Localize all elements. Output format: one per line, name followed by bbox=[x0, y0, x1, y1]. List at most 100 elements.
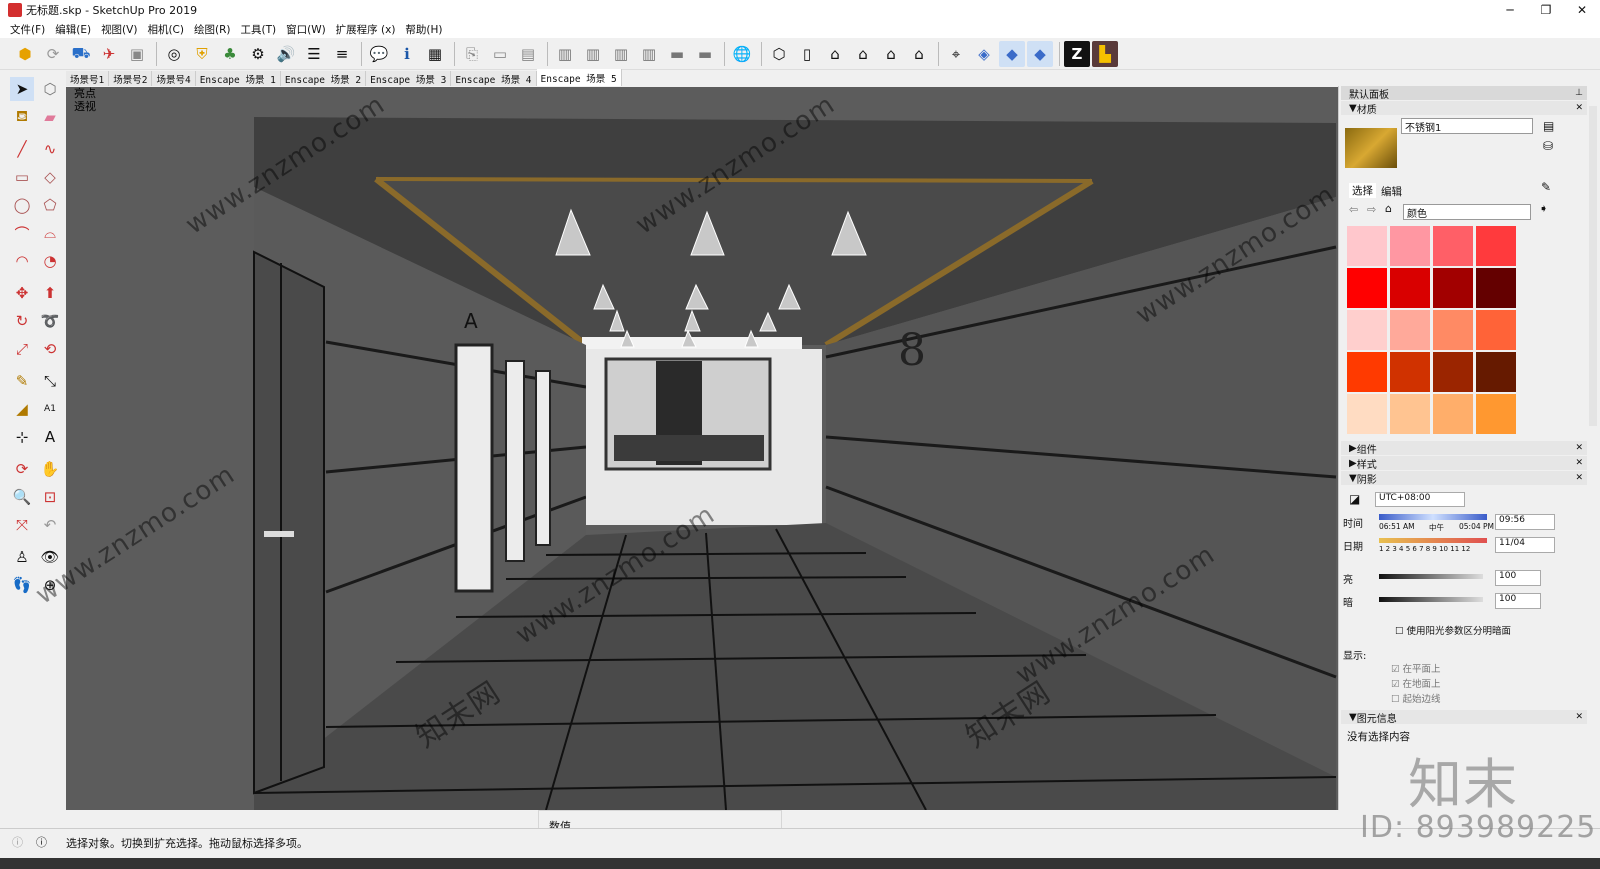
look-around-icon[interactable]: 👁 bbox=[38, 545, 62, 569]
crosshair-icon[interactable]: ⌖ bbox=[943, 41, 969, 67]
time-slider[interactable] bbox=[1379, 514, 1487, 520]
sun-shading-checkbox[interactable]: ☐ 使用阳光参数区分明暗面 bbox=[1395, 623, 1511, 637]
layout-4-icon[interactable]: ▥ bbox=[636, 41, 662, 67]
layout-1-icon[interactable]: ▥ bbox=[552, 41, 578, 67]
photo-icon[interactable]: ▣ bbox=[124, 41, 150, 67]
orbit-icon[interactable]: ⟳ bbox=[10, 457, 34, 481]
layout-3-icon[interactable]: ▥ bbox=[608, 41, 634, 67]
color-swatch[interactable] bbox=[1476, 352, 1516, 392]
library-icon[interactable]: ▦ bbox=[422, 41, 448, 67]
color-swatch[interactable] bbox=[1347, 226, 1387, 266]
scene-tab-active[interactable]: Enscape 场景 5 bbox=[536, 69, 622, 86]
color-swatch[interactable] bbox=[1433, 310, 1473, 350]
front-view-icon[interactable]: ⌂ bbox=[822, 41, 848, 67]
dimension-icon[interactable]: ⤡ bbox=[38, 369, 62, 393]
adjust-icon[interactable]: ≡ bbox=[329, 41, 355, 67]
on-ground-checkbox[interactable]: ☑ 在地面上 bbox=[1391, 676, 1441, 690]
date-slider[interactable] bbox=[1379, 538, 1487, 543]
scene-tab[interactable]: 场景号4 bbox=[152, 71, 196, 86]
follow-me-icon[interactable]: ➰ bbox=[38, 309, 62, 333]
geo-location-icon[interactable]: ⓘ bbox=[12, 834, 23, 850]
menu-extensions[interactable]: 扩展程序 (x) bbox=[336, 22, 396, 37]
sample-paint-icon[interactable]: ⛁ bbox=[1543, 139, 1553, 153]
color-swatch[interactable] bbox=[1347, 268, 1387, 308]
freehand-icon[interactable]: ∿ bbox=[38, 137, 62, 161]
minimize-button[interactable]: ─ bbox=[1492, 0, 1528, 20]
light-slider[interactable] bbox=[1379, 574, 1483, 579]
close-icon[interactable]: ✕ bbox=[1575, 473, 1583, 483]
menu-file[interactable]: 文件(F) bbox=[10, 22, 45, 37]
create-material-icon[interactable]: ▤ bbox=[1543, 119, 1554, 133]
scene-tab[interactable]: 场景号1 bbox=[66, 71, 110, 86]
back-view-icon[interactable]: ⌂ bbox=[878, 41, 904, 67]
panorama-icon[interactable]: ▬ bbox=[664, 41, 690, 67]
materials-header[interactable]: ▼ 材质 ✕ bbox=[1341, 101, 1587, 116]
menu-draw[interactable]: 绘图(R) bbox=[194, 22, 231, 37]
time-value-field[interactable]: 09:56 bbox=[1495, 514, 1555, 530]
right-view-icon[interactable]: ⌂ bbox=[850, 41, 876, 67]
rectangle-icon[interactable]: ▭ bbox=[10, 165, 34, 189]
color-swatch[interactable] bbox=[1476, 310, 1516, 350]
close-icon[interactable]: ✕ bbox=[1575, 103, 1583, 113]
forward-arrow-icon[interactable]: ⇨ bbox=[1367, 203, 1376, 216]
pan-icon[interactable]: ✋ bbox=[38, 457, 62, 481]
circle-icon[interactable]: ◯ bbox=[10, 193, 34, 217]
textured-icon[interactable]: ◆ bbox=[1027, 40, 1053, 67]
scene-tab[interactable]: 场景号2 bbox=[109, 71, 153, 86]
position-camera-icon[interactable]: ♙ bbox=[10, 545, 34, 569]
on-faces-checkbox[interactable]: ☑ 在平面上 bbox=[1391, 661, 1441, 675]
camera-icon[interactable]: ✈ bbox=[96, 41, 122, 67]
select-tool-icon[interactable]: ➤ bbox=[10, 77, 34, 101]
sliders-icon[interactable]: ☰ bbox=[301, 41, 327, 67]
color-swatch[interactable] bbox=[1390, 268, 1430, 308]
menu-camera[interactable]: 相机(C) bbox=[147, 22, 184, 37]
zoom-window-icon[interactable]: ⊡ bbox=[38, 485, 62, 509]
info-icon[interactable]: ℹ bbox=[394, 41, 420, 67]
details-arrow-icon[interactable]: ➧ bbox=[1539, 202, 1548, 215]
entity-info-header[interactable]: ▼ 图元信息 ✕ bbox=[1341, 710, 1587, 725]
scene-tab[interactable]: Enscape 场景 4 bbox=[451, 71, 537, 86]
menu-tools[interactable]: 工具(T) bbox=[240, 22, 276, 37]
arc3-icon[interactable]: ◠ bbox=[10, 249, 34, 273]
dark-value-field[interactable]: 100 bbox=[1495, 593, 1541, 609]
scene-tab[interactable]: Enscape 场景 3 bbox=[366, 71, 452, 86]
component-tool-icon[interactable]: ⬡ bbox=[38, 77, 62, 101]
tab-select[interactable]: 选择 bbox=[1349, 183, 1376, 198]
home-icon[interactable]: ⌂ bbox=[1385, 202, 1392, 215]
export-icon[interactable]: ⎘ bbox=[459, 41, 485, 67]
timezone-select[interactable]: UTC+08:00 bbox=[1375, 492, 1465, 507]
dark-slider[interactable] bbox=[1379, 597, 1483, 602]
feedback-icon[interactable]: 💬 bbox=[366, 41, 392, 67]
close-icon[interactable]: ✕ bbox=[1575, 458, 1583, 468]
close-icon[interactable]: ✕ bbox=[1575, 712, 1583, 722]
shaded-icon[interactable]: ◆ bbox=[999, 40, 1025, 67]
menu-view[interactable]: 视图(V) bbox=[101, 22, 137, 37]
xray-icon[interactable]: ◈ bbox=[971, 41, 997, 67]
text-tool-icon[interactable]: A1 bbox=[38, 397, 62, 421]
components-header[interactable]: ▶ 组件 ✕ bbox=[1341, 441, 1587, 456]
settings-icon[interactable]: ⚙ bbox=[245, 41, 271, 67]
protractor-icon[interactable]: ◢ bbox=[10, 397, 34, 421]
push-pull-icon[interactable]: ⬆ bbox=[38, 281, 62, 305]
color-swatch[interactable] bbox=[1347, 394, 1387, 434]
color-swatch[interactable] bbox=[1390, 352, 1430, 392]
pie-icon[interactable]: ◔ bbox=[38, 249, 62, 273]
z-extension-icon[interactable]: Z bbox=[1064, 40, 1090, 67]
iso-view-icon[interactable]: ⬡ bbox=[766, 41, 792, 67]
pin-icon[interactable]: ⊥ bbox=[1575, 88, 1583, 98]
rotate-icon[interactable]: ↻ bbox=[10, 309, 34, 333]
color-swatch[interactable] bbox=[1476, 394, 1516, 434]
menu-window[interactable]: 窗口(W) bbox=[286, 22, 326, 37]
arc-icon[interactable]: ⌒ bbox=[10, 221, 34, 245]
eraser-icon[interactable]: ▰ bbox=[38, 105, 62, 129]
move-icon[interactable]: ✥ bbox=[10, 281, 34, 305]
rotated-rect-icon[interactable]: ◇ bbox=[38, 165, 62, 189]
color-swatch[interactable] bbox=[1433, 352, 1473, 392]
speaker-icon[interactable]: 🔊 bbox=[273, 41, 299, 67]
close-button[interactable]: ✕ bbox=[1564, 0, 1600, 20]
offset-icon[interactable]: ⟲ bbox=[38, 337, 62, 361]
share-model-icon[interactable]: ⛟ bbox=[68, 41, 94, 67]
color-swatch[interactable] bbox=[1433, 268, 1473, 308]
back-arrow-icon[interactable]: ⇦ bbox=[1349, 203, 1358, 216]
tab-edit[interactable]: 编辑 bbox=[1381, 184, 1402, 199]
